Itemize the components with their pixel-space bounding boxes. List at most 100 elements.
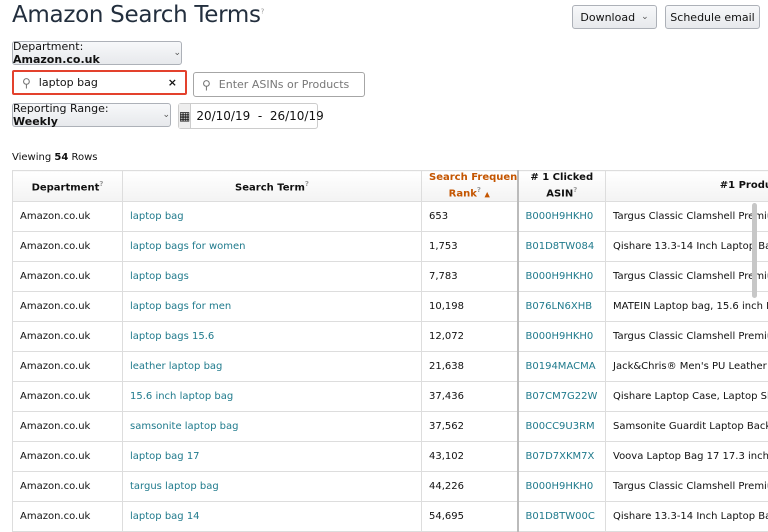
- table-row: Amazon.co.uklaptop bags for men10,198B07…: [13, 292, 768, 322]
- department-label: Department:: [13, 40, 83, 53]
- product-cell: MATEIN Laptop bag, 15.6 inch Bu: [606, 292, 768, 322]
- asin-link[interactable]: B01D8TW00C: [518, 502, 606, 532]
- sort-ascending-icon: ▲: [484, 190, 489, 198]
- asin-link[interactable]: B000H9HKH0: [518, 262, 606, 292]
- department-text: Department: Amazon.co.uk: [13, 40, 167, 66]
- asin-search-input[interactable]: ⚲ Enter ASINs or Products: [193, 72, 365, 97]
- reporting-range-label: Reporting Range:: [13, 102, 109, 115]
- table-row: Amazon.co.uksamsonite laptop bag37,562B0…: [13, 412, 768, 442]
- search-term-link[interactable]: targus laptop bag: [123, 472, 422, 502]
- asin-link[interactable]: B07CM7G22W: [518, 382, 606, 412]
- product-cell: Targus Classic Clamshell Premium: [606, 472, 768, 502]
- reporting-range-text: Reporting Range: Weekly: [13, 102, 156, 128]
- department-cell: Amazon.co.uk: [13, 382, 123, 412]
- page-title: Amazon Search Terms?: [12, 2, 264, 28]
- rank-cell: 21,638: [422, 352, 518, 382]
- header-label: Search Term: [235, 182, 305, 193]
- table-row: Amazon.co.uktargus laptop bag44,226B000H…: [13, 472, 768, 502]
- table-row: Amazon.co.uklaptop bag 1743,102B07D7XKM7…: [13, 442, 768, 472]
- asin-link[interactable]: B000H9HKH0: [518, 202, 606, 232]
- table-row: Amazon.co.uk15.6 inch laptop bag37,436B0…: [13, 382, 768, 412]
- department-cell: Amazon.co.uk: [13, 262, 123, 292]
- product-cell: Qishare Laptop Case, Laptop Shou: [606, 382, 768, 412]
- header-label: # 1 Clicked: [530, 172, 593, 183]
- search-term-link[interactable]: laptop bag 14: [123, 502, 422, 532]
- search-term-value: laptop bag: [39, 76, 98, 89]
- search-icon: ⚲: [22, 76, 31, 90]
- search-term-link[interactable]: laptop bags 15.6: [123, 322, 422, 352]
- asin-placeholder: Enter ASINs or Products: [219, 78, 349, 91]
- product-cell: Jack&Chris® Men's PU Leather Bri: [606, 352, 768, 382]
- search-terms-table: Department? Search Term? Search Frequenc…: [12, 170, 768, 532]
- product-cell: Qishare 13.3-14 Inch Laptop Bag,: [606, 502, 768, 532]
- rank-cell: 54,695: [422, 502, 518, 532]
- department-cell: Amazon.co.uk: [13, 352, 123, 382]
- chevron-down-icon: ⌄: [641, 12, 649, 22]
- department-cell: Amazon.co.uk: [13, 472, 123, 502]
- viewing-suffix: Rows: [72, 152, 98, 163]
- header-label: ASIN: [546, 188, 573, 199]
- product-cell: Targus Classic Clamshell Premium: [606, 262, 768, 292]
- column-header-search-frequency-rank[interactable]: Search FrequencyRank? ▲: [422, 171, 518, 202]
- product-cell: Targus Classic Clamshell Premium: [606, 202, 768, 232]
- asin-link[interactable]: B07D7XKM7X: [518, 442, 606, 472]
- asin-link[interactable]: B076LN6XHB: [518, 292, 606, 322]
- row-count: Viewing 54 Rows: [12, 152, 98, 163]
- clear-icon[interactable]: ×: [168, 76, 177, 89]
- reporting-range-value: Weekly: [13, 115, 58, 128]
- asin-link[interactable]: B01D8TW084: [518, 232, 606, 262]
- download-label: Download: [580, 11, 635, 24]
- rank-cell: 10,198: [422, 292, 518, 322]
- schedule-email-button[interactable]: Schedule email: [665, 5, 760, 29]
- column-header-department[interactable]: Department?: [13, 171, 123, 202]
- help-icon[interactable]: ?: [99, 180, 103, 188]
- column-header-clicked-asin[interactable]: # 1 Clicked ASIN?: [518, 171, 606, 202]
- header-label: Rank: [449, 188, 477, 199]
- department-dropdown[interactable]: Department: Amazon.co.uk ⌄: [12, 41, 182, 65]
- scrollbar[interactable]: [752, 203, 757, 298]
- asin-link[interactable]: B0194MACMA: [518, 352, 606, 382]
- table-row: Amazon.co.uklaptop bags for women1,753B0…: [13, 232, 768, 262]
- table-row: Amazon.co.uklaptop bag653B000H9HKH0Targu…: [13, 202, 768, 232]
- asin-link[interactable]: B00CC9U3RM: [518, 412, 606, 442]
- search-term-link[interactable]: laptop bag 17: [123, 442, 422, 472]
- search-term-link[interactable]: laptop bags: [123, 262, 422, 292]
- table-header-row: Department? Search Term? Search Frequenc…: [13, 171, 768, 202]
- help-icon[interactable]: ?: [477, 186, 481, 194]
- help-icon[interactable]: ?: [261, 7, 264, 15]
- reporting-range-dropdown[interactable]: Reporting Range: Weekly⌄: [12, 103, 171, 127]
- column-header-product[interactable]: #1 Produ: [606, 171, 768, 202]
- rank-cell: 37,562: [422, 412, 518, 442]
- table-row: Amazon.co.ukleather laptop bag21,638B019…: [13, 352, 768, 382]
- product-cell: Targus Classic Clamshell Premium: [606, 322, 768, 352]
- search-term-input[interactable]: ⚲ laptop bag ×: [12, 70, 187, 95]
- asin-link[interactable]: B000H9HKH0: [518, 322, 606, 352]
- header-label: Department: [32, 182, 100, 193]
- asin-link[interactable]: B000H9HKH0: [518, 472, 606, 502]
- column-header-search-term[interactable]: Search Term?: [123, 171, 422, 202]
- help-icon[interactable]: ?: [573, 186, 577, 194]
- help-icon[interactable]: ?: [305, 180, 309, 188]
- date-range-picker[interactable]: ▦20/10/19 - 26/10/19: [178, 103, 318, 129]
- download-button[interactable]: Download ⌄: [572, 5, 657, 29]
- search-icon: ⚲: [202, 78, 211, 92]
- rank-cell: 44,226: [422, 472, 518, 502]
- table-row: Amazon.co.uklaptop bags7,783B000H9HKH0Ta…: [13, 262, 768, 292]
- search-term-link[interactable]: leather laptop bag: [123, 352, 422, 382]
- header-label: #1 Produ: [720, 180, 768, 191]
- search-term-link[interactable]: laptop bags for women: [123, 232, 422, 262]
- department-cell: Amazon.co.uk: [13, 232, 123, 262]
- schedule-email-label: Schedule email: [670, 11, 754, 24]
- search-term-link[interactable]: samsonite laptop bag: [123, 412, 422, 442]
- rank-cell: 7,783: [422, 262, 518, 292]
- rank-cell: 12,072: [422, 322, 518, 352]
- department-cell: Amazon.co.uk: [13, 322, 123, 352]
- search-term-link[interactable]: 15.6 inch laptop bag: [123, 382, 422, 412]
- chevron-down-icon: ⌄: [173, 48, 181, 58]
- department-cell: Amazon.co.uk: [13, 502, 123, 532]
- search-term-link[interactable]: laptop bag: [123, 202, 422, 232]
- search-term-link[interactable]: laptop bags for men: [123, 292, 422, 322]
- date-range-value: 20/10/19 - 26/10/19: [191, 109, 323, 123]
- calendar-icon[interactable]: ▦: [179, 104, 191, 128]
- table-row: Amazon.co.uklaptop bag 1454,695B01D8TW00…: [13, 502, 768, 532]
